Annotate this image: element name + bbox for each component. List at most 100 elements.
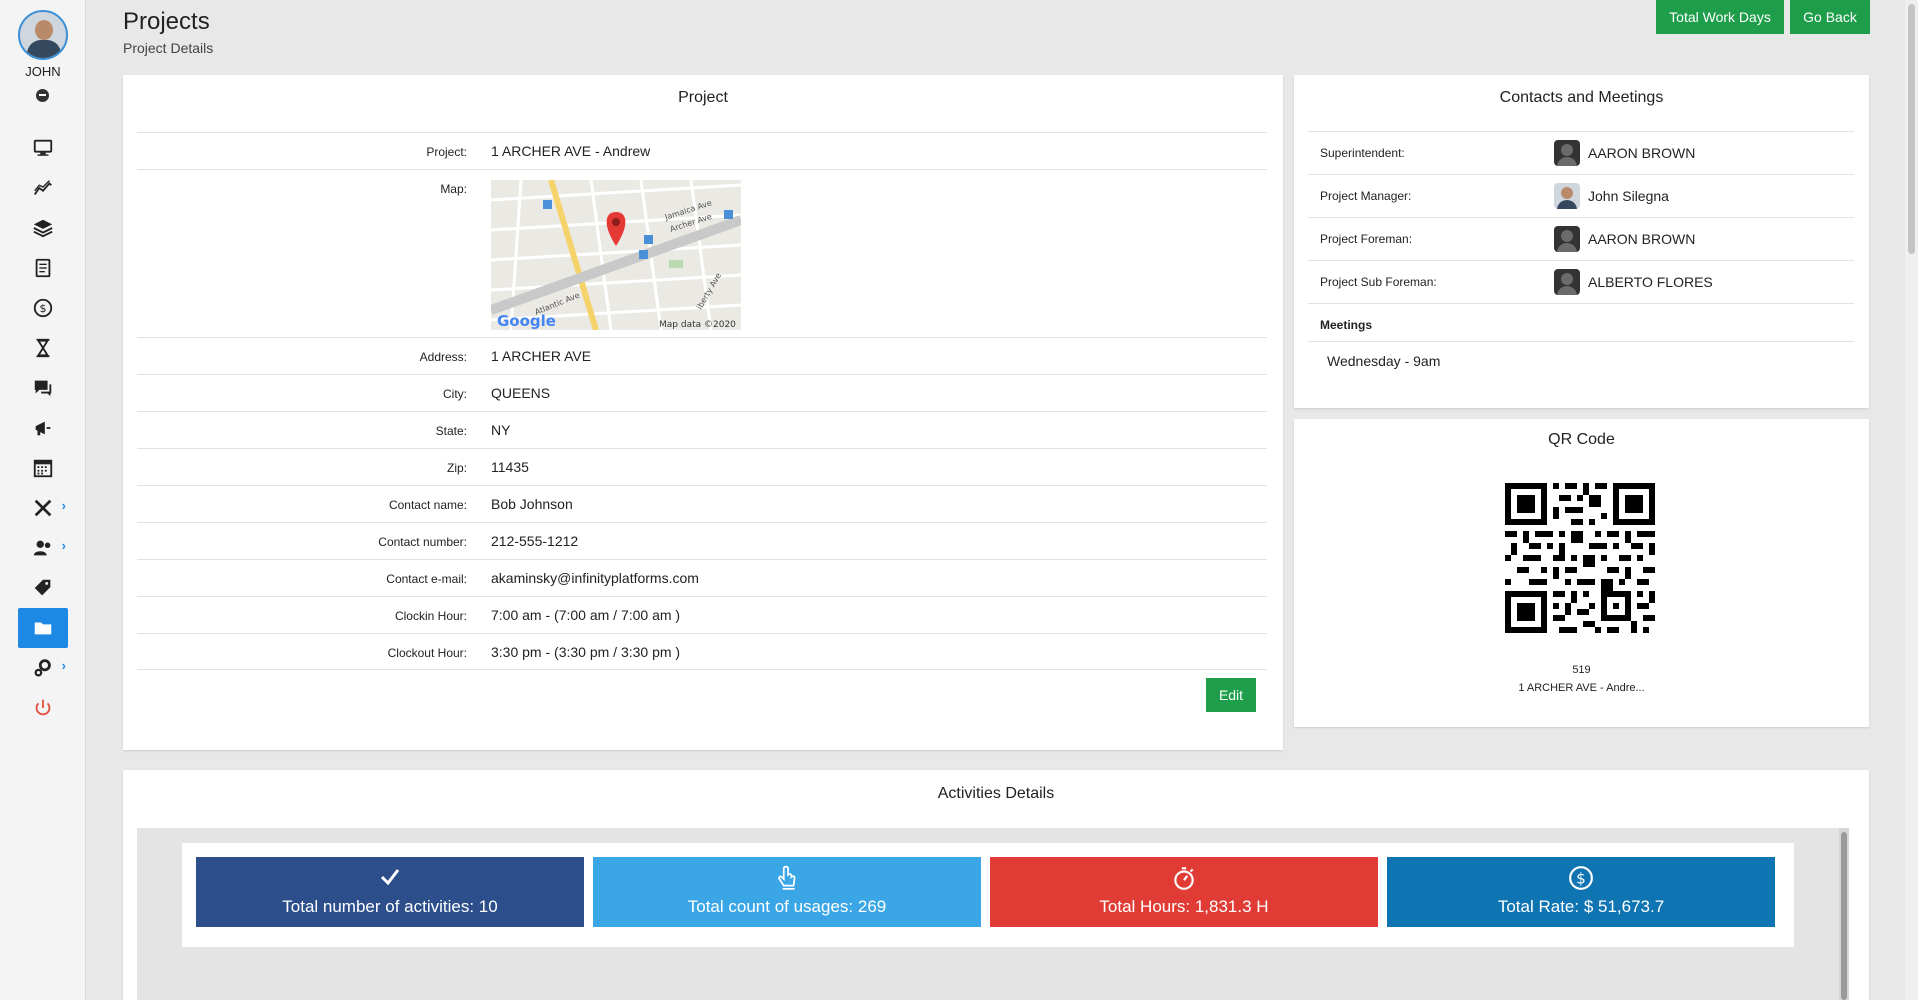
document-icon[interactable] [18,248,68,288]
edit-button[interactable]: Edit [1206,678,1256,712]
field-label: Contact e-mail: [386,572,467,586]
qr-card: QR Code 519 1 ARCHER AVE - Andre... [1294,419,1869,727]
stat-text: Total count of usages: 269 [687,897,887,916]
page-scrollbar[interactable] [1905,0,1918,1000]
google-logo: Google [497,312,556,330]
gears-icon[interactable]: › [18,648,68,688]
activities-panel: Total number of activities: 10 Total cou… [137,828,1849,1000]
field-label: Address: [419,350,467,364]
map-attribution: Map data ©2020 [659,320,736,330]
contact-name: AARON BROWN [1588,145,1696,161]
zip-value: 11435 [491,459,529,475]
field-label: Project: [426,145,467,159]
chevron-right-icon: › [61,498,66,513]
address-value: 1 ARCHER AVE [491,348,592,364]
contact-name-value: Bob Johnson [491,496,573,512]
avatar [1554,269,1580,295]
stat-total-activities: Total number of activities: 10 [196,857,584,927]
stat-total-rate: $ Total Rate: $ 51,673.7 [1387,857,1775,927]
contact-role: Superintendent: [1320,146,1405,160]
activities-card-title: Activities Details [937,785,1055,802]
contact-row: Superintendent: AARON BROWN [1308,131,1854,174]
contact-name: AARON BROWN [1588,231,1696,247]
contact-name-row: Contact name: Bob Johnson [137,485,1267,522]
contact-email-value: akaminsky@infinityplatforms.com [491,570,699,586]
field-label: Zip: [446,461,467,475]
address-row: Address: 1 ARCHER AVE [137,337,1267,374]
field-label: Contact name: [388,498,467,512]
chart-line-icon[interactable] [18,168,68,208]
power-icon[interactable] [18,688,68,728]
project-name: 1 ARCHER AVE - Andrew [491,143,651,159]
field-label: City: [443,387,467,401]
chevron-right-icon: › [61,538,66,553]
contact-role: Project Foreman: [1320,232,1413,246]
hourglass-icon[interactable] [18,328,68,368]
divider [1308,303,1854,304]
divider [1308,341,1854,342]
dollar-circle-icon: $ [1387,865,1775,891]
stats-row: Total number of activities: 10 Total cou… [182,843,1794,947]
contact-name: ALBERTO FLORES [1588,274,1713,290]
avatar[interactable] [18,10,68,60]
city-row: City: QUEENS [137,374,1267,411]
calendar-icon[interactable] [18,448,68,488]
zip-row: Zip: 11435 [137,448,1267,485]
stat-text: Total Rate: $ 51,673.7 [1497,897,1665,916]
tags-icon[interactable] [18,568,68,608]
stat-total-hours: Total Hours: 1,831.3 H [990,857,1378,927]
map-widget[interactable]: Jamaica Ave Archer Ave Atlantic Ave iber… [491,180,741,330]
monitor-icon[interactable] [18,128,68,168]
meetings-value: Wednesday - 9am [1327,353,1441,369]
contact-role: Project Manager: [1320,189,1412,203]
contact-email-row: Contact e-mail: akaminsky@infinityplatfo… [137,559,1267,596]
megaphone-icon[interactable] [18,408,68,448]
status-toggle-icon[interactable] [36,89,49,102]
page-title: Projects [123,8,210,35]
go-back-button[interactable]: Go Back [1790,0,1870,34]
users-icon[interactable]: › [18,528,68,568]
contacts-card-title: Contacts and Meetings [1499,89,1664,106]
page-subtitle: Project Details [123,40,214,56]
avatar [1554,140,1580,166]
project-card-title: Project [678,89,728,106]
total-work-days-button[interactable]: Total Work Days [1656,0,1784,34]
contact-name: John Silegna [1588,188,1669,204]
contact-role: Project Sub Foreman: [1320,275,1437,289]
contact-row: Project Foreman: AARON BROWN [1308,217,1854,260]
avatar [1554,183,1580,209]
stat-total-usages: Total count of usages: 269 [593,857,981,927]
chevron-right-icon: › [61,658,66,673]
layers-icon[interactable] [18,208,68,248]
folder-icon[interactable] [18,608,68,648]
dollar-icon[interactable]: $ [18,288,68,328]
chat-icon[interactable] [18,368,68,408]
user-name: JOHN [25,64,61,79]
qr-code-image [1505,483,1655,633]
sidebar: JOHN $ › › › [0,0,86,1000]
clockout-value: 3:30 pm - (3:30 pm / 3:30 pm ) [491,644,681,660]
contact-row: Project Manager: John Silegna [1308,174,1854,217]
contact-row: Project Sub Foreman: ALBERTO FLORES [1308,260,1854,303]
field-label: Clockin Hour: [394,609,467,623]
field-label: Contact number: [378,535,467,549]
hand-pointer-icon [593,865,981,891]
check-icon [196,865,584,891]
clockout-row: Clockout Hour: 3:30 pm - (3:30 pm / 3:30… [137,633,1267,670]
svg-text:$: $ [1576,869,1586,887]
contacts-card: Contacts and Meetings Superintendent: AA… [1294,75,1869,408]
clockin-value: 7:00 am - (7:00 am / 7:00 am ) [491,607,681,623]
qr-project-number: 519 [1572,664,1591,676]
tools-icon[interactable]: › [18,488,68,528]
city-value: QUEENS [491,385,551,401]
svg-text:$: $ [40,302,47,315]
stat-text: Total number of activities: 10 [282,897,498,916]
activities-card: Activities Details Total number of activ… [123,770,1869,1000]
map-row: Map: Jamaica Ave Archer Ave Atlantic Ave… [137,169,1267,337]
stat-text: Total Hours: 1,831.3 H [1099,897,1269,916]
meetings-heading: Meetings [1320,318,1373,332]
avatar [1554,226,1580,252]
field-label: Map: [440,182,467,196]
activities-scrollbar[interactable] [1839,828,1849,1000]
qr-card-title: QR Code [1548,431,1615,448]
